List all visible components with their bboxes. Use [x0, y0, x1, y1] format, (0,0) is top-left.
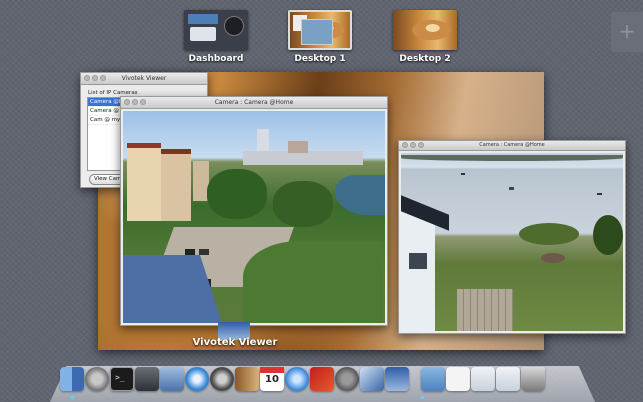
window-title: Camera : Camera @Home	[479, 142, 545, 148]
photo-booth-icon[interactable]	[210, 367, 234, 391]
space-label: Dashboard	[188, 54, 244, 64]
window-title: Camera : Camera @Home	[214, 99, 294, 106]
document-icon[interactable]	[446, 367, 470, 391]
space-dashboard[interactable]: Dashboard	[184, 10, 248, 64]
dock-icons: >_ 10	[60, 367, 545, 391]
vivotek-app-dock-icon[interactable]	[385, 367, 409, 391]
space-label: Desktop 1	[294, 54, 346, 64]
preview-icon[interactable]	[160, 367, 184, 391]
dock-separator	[410, 367, 420, 391]
desktop-1-thumbnail	[288, 10, 352, 50]
desktop-2-thumbnail	[393, 10, 457, 50]
folder-icon[interactable]	[421, 367, 445, 391]
camera-feed-city	[123, 111, 385, 323]
window-titlebar[interactable]: Vivotek Viewer	[81, 73, 207, 85]
camera-feed-lake	[401, 153, 623, 331]
camera-window-home-2[interactable]: Camera : Camera @Home	[398, 140, 626, 334]
running-indicator	[71, 396, 74, 399]
add-space-button[interactable]: +	[611, 12, 643, 52]
photo-icon[interactable]	[310, 367, 334, 391]
finder-icon[interactable]	[60, 367, 84, 391]
window-titlebar[interactable]: Camera : Camera @Home	[399, 141, 625, 151]
screenshot-icon-2[interactable]	[496, 367, 520, 391]
space-label: Desktop 2	[399, 54, 451, 64]
safari-icon[interactable]	[185, 367, 209, 391]
system-info-icon[interactable]	[135, 367, 159, 391]
calendar-day: 10	[265, 374, 279, 385]
screenshot-icon[interactable]	[471, 367, 495, 391]
window-titlebar[interactable]: Camera : Camera @Home	[121, 97, 387, 109]
trash-icon[interactable]	[521, 367, 545, 391]
address-book-icon[interactable]	[235, 367, 259, 391]
window-controls[interactable]	[84, 75, 106, 81]
camera-window-home-1[interactable]: Camera : Camera @Home	[120, 96, 388, 326]
space-desktop-1[interactable]: Desktop 1	[288, 10, 352, 64]
xcode-icon[interactable]	[360, 367, 384, 391]
itunes-icon[interactable]	[285, 367, 309, 391]
space-desktop-2[interactable]: Desktop 2	[393, 10, 457, 64]
window-controls[interactable]	[124, 99, 146, 105]
calendar-icon[interactable]: 10	[260, 367, 284, 391]
app-label: Vivotek Viewer	[192, 337, 278, 348]
running-indicator	[421, 396, 424, 399]
launchpad-icon[interactable]	[85, 367, 109, 391]
system-preferences-icon[interactable]	[335, 367, 359, 391]
terminal-icon[interactable]: >_	[110, 367, 134, 391]
dashboard-thumbnail	[184, 10, 248, 50]
window-title: Vivotek Viewer	[121, 75, 167, 82]
window-controls[interactable]	[402, 142, 424, 148]
